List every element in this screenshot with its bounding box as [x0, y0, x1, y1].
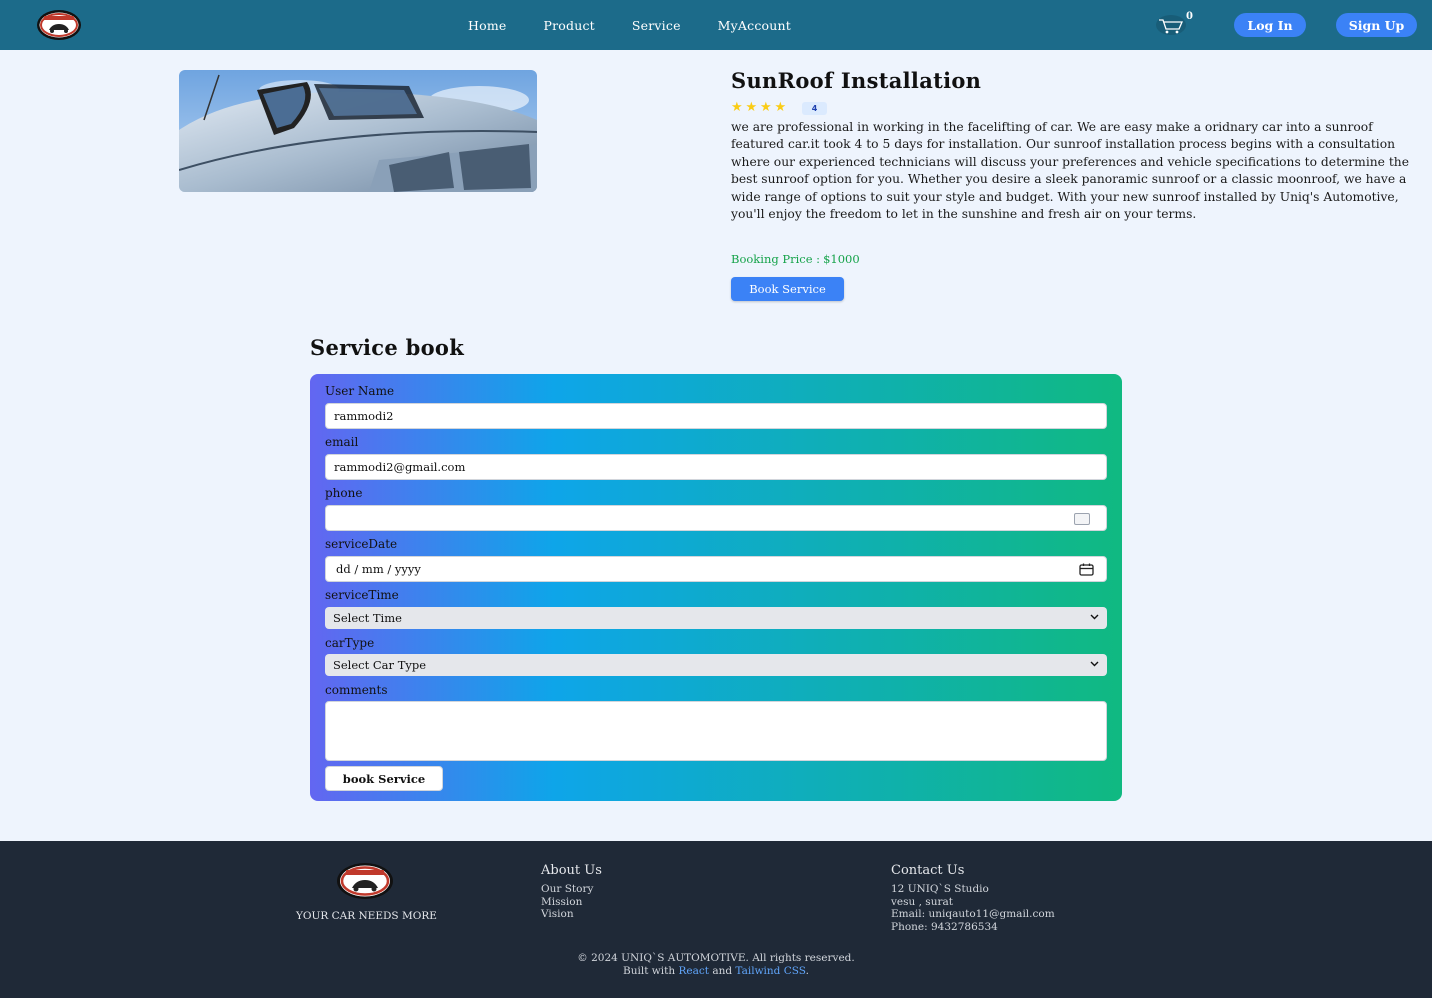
service-time-value: Select Time: [333, 611, 402, 625]
react-link[interactable]: React: [678, 965, 708, 977]
chevron-down-icon: [1090, 661, 1099, 667]
footer: YOUR CAR NEEDS MORE About Us Our Story M…: [0, 841, 1432, 998]
footer-tagline: YOUR CAR NEEDS MORE: [296, 910, 437, 922]
login-button[interactable]: Log In: [1234, 13, 1306, 37]
service-date-label: serviceDate: [325, 537, 398, 551]
brand-logo-icon[interactable]: [36, 9, 82, 41]
star-icon: ★: [731, 100, 743, 115]
service-time-label: serviceTime: [325, 588, 399, 602]
contact-list: 12 UNIQ`S Studio vesu , surat Email: uni…: [891, 883, 1055, 933]
date-placeholder: dd / mm / yyyy: [336, 562, 421, 576]
username-label: User Name: [325, 384, 395, 398]
car-type-select[interactable]: Select Car Type: [325, 654, 1107, 676]
nav-home-link[interactable]: Home: [468, 18, 506, 33]
cart-count: 0: [1186, 11, 1193, 22]
nav-product-link[interactable]: Product: [543, 18, 594, 33]
price-value: $1000: [823, 252, 860, 266]
contact-city: vesu , surat: [891, 895, 953, 908]
username-input[interactable]: rammodi2: [325, 403, 1107, 429]
about-list: Our Story Mission Vision: [541, 883, 593, 921]
product-title: SunRoof Installation: [731, 68, 982, 93]
built-with-label: Built with: [623, 964, 676, 977]
submit-book-service-button[interactable]: book Service: [325, 766, 443, 791]
about-link-vision[interactable]: Vision: [541, 908, 593, 921]
price-label: Booking Price :: [731, 252, 821, 266]
chevron-down-icon: [1090, 614, 1099, 620]
footer-logo-icon: [337, 863, 393, 899]
and-text: and: [712, 964, 733, 977]
navbar: Home Product Service MyAccount 0 Log In …: [0, 0, 1432, 50]
service-date-input[interactable]: dd / mm / yyyy: [325, 556, 1107, 582]
service-time-select[interactable]: Select Time: [325, 607, 1107, 629]
phone-input[interactable]: [325, 505, 1107, 531]
signup-button[interactable]: Sign Up: [1336, 13, 1417, 37]
service-book-form: User Name rammodi2 email rammodi2@gmail.…: [310, 374, 1122, 801]
nav-links: Home Product Service MyAccount: [468, 0, 791, 50]
calendar-icon[interactable]: [1079, 563, 1094, 576]
nav-myaccount-link[interactable]: MyAccount: [718, 18, 791, 33]
comments-textarea[interactable]: [325, 701, 1107, 761]
contact-address: 12 UNIQ`S Studio: [891, 883, 989, 895]
product-description: we are professional in working in the fa…: [731, 120, 1410, 222]
cart-icon[interactable]: [1155, 13, 1187, 37]
star-icon: ★: [760, 100, 772, 115]
email-input[interactable]: rammodi2@gmail.com: [325, 454, 1107, 480]
contact-title: Contact Us: [891, 863, 965, 878]
car-type-value: Select Car Type: [333, 658, 427, 672]
book-service-button[interactable]: Book Service: [731, 277, 844, 301]
phone-label: phone: [325, 486, 363, 500]
email-label: email: [325, 435, 359, 449]
comments-label: comments: [325, 683, 388, 697]
copyright: © 2024 UNIQ`S AUTOMOTIVE. All rights res…: [0, 952, 1432, 977]
booking-price: Booking Price : $1000: [731, 252, 863, 266]
built-with: Built with React and Tailwind CSS.: [0, 965, 1432, 978]
form-heading: Service book: [310, 335, 465, 360]
contact-phone: Phone: 9432786534: [891, 920, 998, 933]
nav-service-link[interactable]: Service: [632, 18, 681, 33]
star-icon: ★: [745, 100, 758, 115]
star-icon: ★: [774, 100, 787, 115]
about-title: About Us: [541, 863, 602, 878]
about-link-mission[interactable]: Mission: [541, 896, 593, 909]
rating-stars: ★ ★ ★ ★: [731, 101, 789, 115]
rating-badge: 4: [802, 102, 827, 115]
about-link-our-story[interactable]: Our Story: [541, 883, 593, 896]
contact-email: Email: uniqauto11@gmail.com: [891, 908, 1055, 920]
number-spinner-icon[interactable]: [1074, 513, 1090, 525]
copyright-text: © 2024 UNIQ`S AUTOMOTIVE. All rights res…: [577, 952, 855, 964]
period-text: .: [805, 964, 809, 977]
product-image: [179, 70, 537, 192]
car-type-label: carType: [325, 636, 375, 650]
tailwind-link[interactable]: Tailwind CSS: [735, 965, 805, 977]
